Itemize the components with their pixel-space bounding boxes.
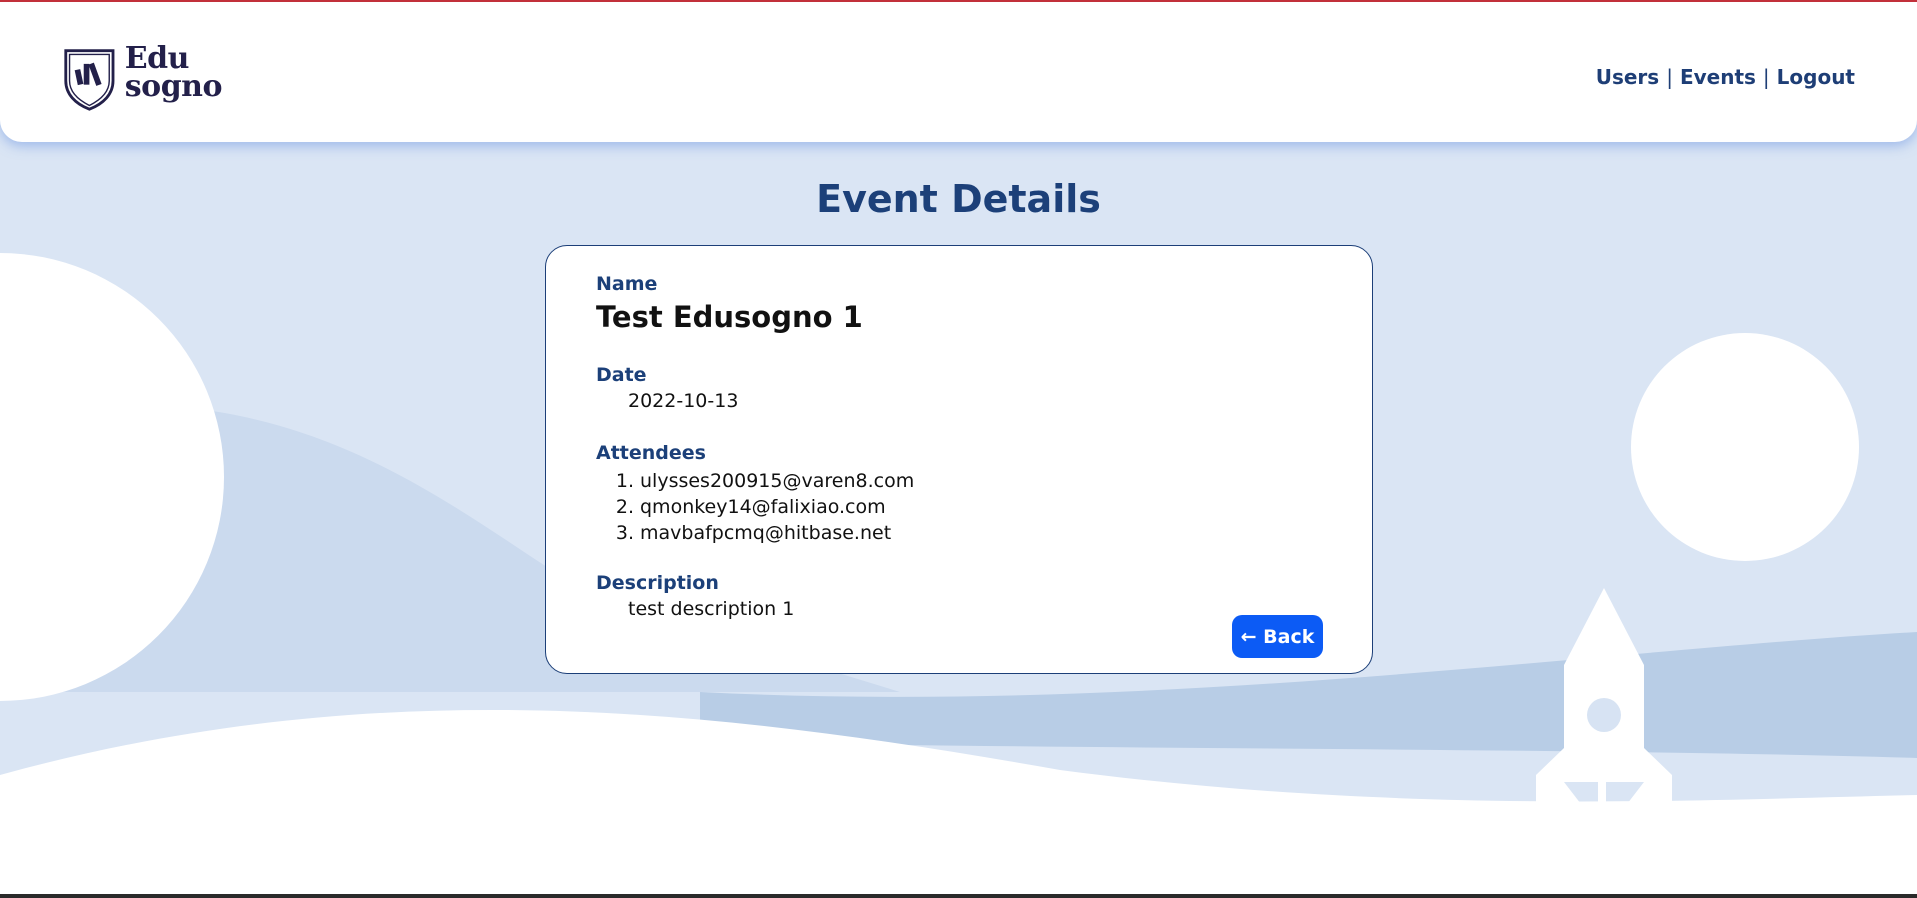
- attendee-item: 3. mavbafpcmq@hitbase.net: [596, 520, 914, 546]
- shield-books-icon: [64, 49, 115, 111]
- main-nav: Users | Events | Logout: [1596, 65, 1855, 89]
- site-header: Edu sogno Users | Events | Logout: [0, 0, 1917, 142]
- list-number: 1.: [615, 470, 634, 492]
- page-title: Event Details: [816, 177, 1101, 221]
- edusogno-logo[interactable]: Edu sogno: [62, 44, 223, 113]
- nav-separator: |: [1666, 65, 1673, 89]
- nav-separator: |: [1762, 65, 1770, 89]
- name-label: Name: [596, 273, 658, 295]
- nav-link-users[interactable]: Users: [1596, 65, 1659, 89]
- attendee-email: qmonkey14@falixiao.com: [640, 496, 886, 518]
- top-accent-line: [0, 0, 1917, 2]
- attendee-item: 2. qmonkey14@falixiao.com: [596, 494, 914, 520]
- attendees-label: Attendees: [596, 442, 706, 464]
- event-details-card: Name Test Edusogno 1 Date 2022-10-13 Att…: [545, 245, 1373, 674]
- event-date: 2022-10-13: [628, 390, 739, 412]
- description-label: Description: [596, 572, 719, 594]
- logo-line-2: sogno: [124, 69, 223, 104]
- event-name: Test Edusogno 1: [596, 300, 863, 334]
- attendees-list: 1. ulysses200915@varen8.com 2. qmonkey14@f…: [596, 468, 914, 546]
- attendee-email: ulysses200915@varen8.com: [640, 470, 915, 492]
- event-description: test description 1: [628, 598, 795, 620]
- back-button[interactable]: ← Back: [1232, 615, 1323, 658]
- attendee-item: 1. ulysses200915@varen8.com: [596, 468, 914, 494]
- date-label: Date: [596, 364, 647, 386]
- list-number: 2.: [615, 496, 634, 518]
- taskbar-edge: [0, 894, 1917, 898]
- nav-link-events[interactable]: Events: [1680, 65, 1756, 89]
- list-number: 3.: [615, 522, 634, 544]
- nav-link-logout[interactable]: Logout: [1777, 65, 1855, 89]
- attendee-email: mavbafpcmq@hitbase.net: [640, 522, 892, 544]
- logo-wordmark: Edu sogno: [124, 44, 223, 104]
